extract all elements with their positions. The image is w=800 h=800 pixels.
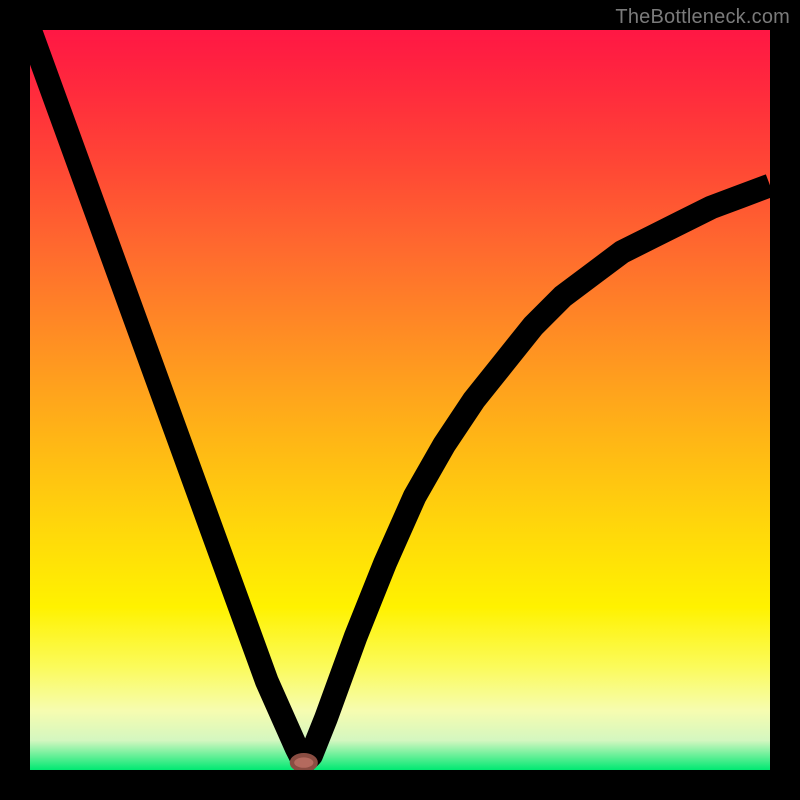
attribution-text: TheBottleneck.com — [615, 6, 790, 29]
chart-frame: TheBottleneck.com — [0, 0, 800, 800]
curve-svg — [30, 30, 770, 770]
plot-area — [30, 30, 770, 770]
minimum-marker — [292, 755, 316, 770]
bottleneck-curve — [30, 30, 770, 763]
